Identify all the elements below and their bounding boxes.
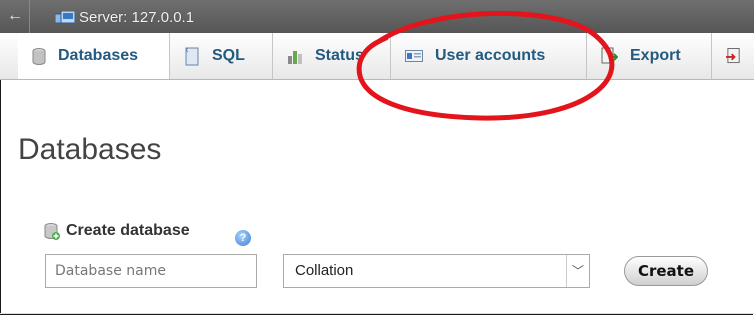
- create-database-heading: Create database: [44, 222, 190, 240]
- database-name-input[interactable]: Database name: [45, 254, 257, 288]
- collation-value: Collation: [295, 262, 354, 279]
- create-database-label: Create database: [66, 222, 190, 239]
- create-button[interactable]: Create: [624, 256, 708, 286]
- create-database-icon: [44, 222, 60, 240]
- bottom-border: [0, 313, 754, 314]
- collation-select[interactable]: Collation ﹀: [283, 254, 590, 288]
- help-icon[interactable]: ?: [235, 230, 251, 246]
- chevron-down-icon[interactable]: ﹀: [566, 255, 589, 287]
- page-title: Databases: [18, 133, 162, 166]
